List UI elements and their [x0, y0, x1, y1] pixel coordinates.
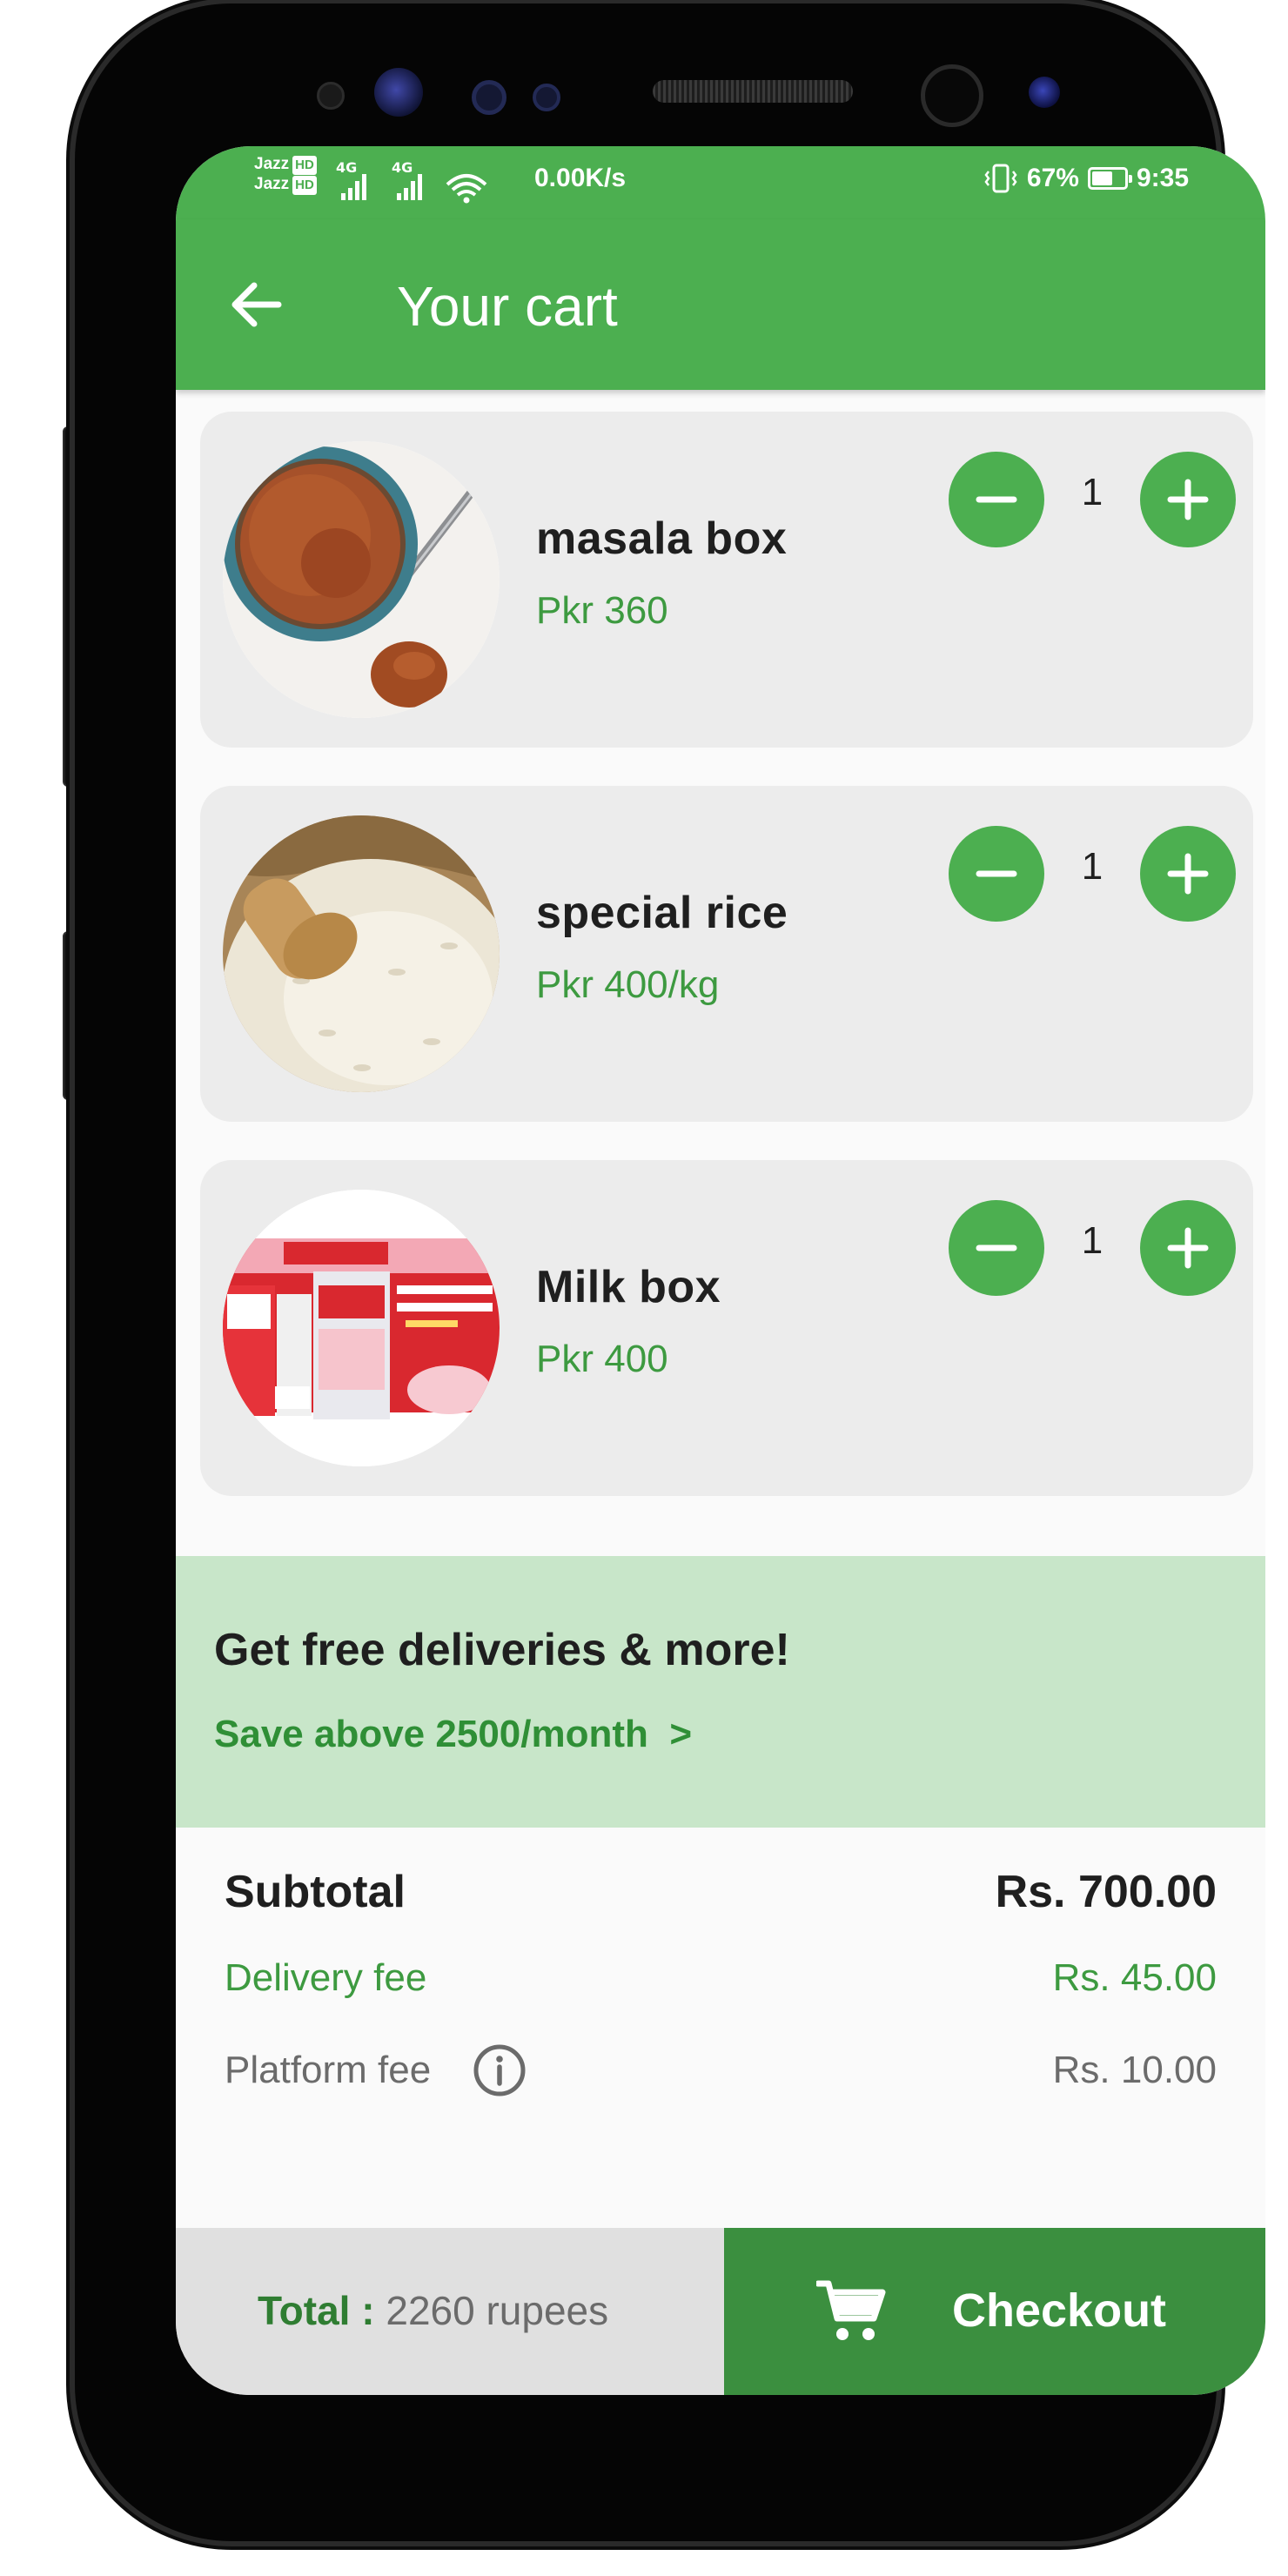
item-name: Milk box	[536, 1262, 721, 1312]
app-bar: Your cart	[176, 219, 1265, 390]
battery-icon	[1087, 167, 1132, 190]
checkout-button[interactable]: Checkout	[724, 2228, 1265, 2395]
order-summary: Subtotal Rs. 700.00 Delivery fee Rs. 45.…	[176, 1828, 1265, 2228]
masala-box-image	[223, 441, 500, 718]
decrease-quantity-button[interactable]	[949, 452, 1044, 547]
sensor-dot	[533, 84, 560, 111]
front-camera	[921, 64, 983, 127]
cart-item: masala box Pkr 360 1	[200, 412, 1253, 748]
phone-frame: Jazz HD Jazz HD 4G 4G 0.00K/s 67% 9:35 Y…	[75, 3, 1265, 2541]
item-name: special rice	[536, 888, 788, 938]
checkout-label: Checkout	[952, 2284, 1167, 2337]
plus-icon	[1167, 479, 1209, 520]
decrease-quantity-button[interactable]	[949, 826, 1044, 922]
minus-icon	[976, 870, 1017, 877]
platform-fee-value: Rs. 10.00	[1052, 2049, 1217, 2091]
shopping-cart-icon	[816, 2280, 886, 2340]
arrow-left-icon[interactable]	[228, 280, 284, 329]
carrier-info: Jazz HD Jazz HD	[254, 155, 317, 195]
carrier-name: Jazz	[254, 155, 290, 173]
special-rice-image	[223, 815, 500, 1092]
battery-percent: 67%	[1026, 164, 1079, 192]
platform-fee-row: Platform fee Rs. 10.00	[225, 2043, 1217, 2097]
item-name: masala box	[536, 513, 788, 564]
quantity-value: 1	[1081, 845, 1104, 888]
carrier-name: Jazz	[254, 175, 290, 193]
item-price: Pkr 360	[536, 589, 668, 632]
signal-wifi-icon: 4G 4G	[336, 159, 487, 204]
promo-title: Get free deliveries & more!	[214, 1625, 790, 1675]
subtotal-label: Subtotal	[225, 1867, 406, 1917]
decrease-quantity-button[interactable]	[949, 1200, 1044, 1296]
battery-level	[1091, 171, 1112, 185]
checkout-bar: Total : 2260 rupees Checkout	[176, 2228, 1265, 2395]
page-title: Your cart	[397, 275, 618, 338]
minus-icon	[976, 1244, 1017, 1251]
quantity-value: 1	[1081, 1219, 1104, 1262]
status-bar: Jazz HD Jazz HD 4G 4G 0.00K/s 67% 9:35	[176, 146, 1265, 219]
quantity-stepper: 1	[949, 826, 1236, 922]
subtotal-value: Rs. 700.00	[995, 1867, 1217, 1917]
cart-item: special rice Pkr 400/kg 1	[200, 786, 1253, 1122]
sensor-dot	[317, 82, 345, 110]
total-box: Total : 2260 rupees	[176, 2228, 724, 2395]
promo-banner[interactable]: Get free deliveries & more! Save above 2…	[176, 1556, 1265, 1828]
svg-text:4G: 4G	[336, 159, 357, 176]
subtotal-row: Subtotal Rs. 700.00	[225, 1866, 1217, 1918]
delivery-fee-label: Delivery fee	[225, 1956, 427, 1999]
total-label: Total :	[258, 2288, 375, 2333]
item-price: Pkr 400/kg	[536, 963, 720, 1006]
quantity-stepper: 1	[949, 1200, 1236, 1296]
platform-fee-label: Platform fee	[225, 2049, 432, 2091]
delivery-fee-value: Rs. 45.00	[1052, 1956, 1217, 1999]
vibrate-icon	[984, 164, 1017, 193]
status-right: 67% 9:35	[983, 164, 1189, 193]
increase-quantity-button[interactable]	[1140, 826, 1236, 922]
app-screen: Jazz HD Jazz HD 4G 4G 0.00K/s 67% 9:35 Y…	[176, 146, 1265, 2395]
quantity-stepper: 1	[949, 452, 1236, 547]
cart-list: masala box Pkr 360 1 special rice Pkr 40…	[200, 412, 1253, 1534]
info-icon[interactable]	[473, 2043, 527, 2097]
total-value: 2260 rupees	[386, 2288, 609, 2333]
milk-box-image	[223, 1190, 500, 1466]
front-camera-lens	[1029, 77, 1060, 108]
clock: 9:35	[1136, 164, 1189, 192]
plus-icon	[1167, 853, 1209, 895]
quantity-value: 1	[1081, 471, 1104, 513]
minus-icon	[976, 496, 1017, 503]
svg-text:4G: 4G	[392, 159, 413, 176]
hd-badge: HD	[292, 176, 317, 195]
increase-quantity-button[interactable]	[1140, 452, 1236, 547]
item-price: Pkr 400	[536, 1338, 668, 1380]
platform-fee-label-group: Platform fee	[225, 2043, 527, 2097]
front-camera-lens	[374, 68, 423, 117]
earpiece-speaker	[653, 80, 853, 103]
network-speed: 0.00K/s	[534, 164, 627, 192]
delivery-fee-row: Delivery fee Rs. 45.00	[225, 1956, 1217, 2000]
promo-link[interactable]: Save above 2500/month >	[214, 1713, 692, 1756]
plus-icon	[1167, 1227, 1209, 1269]
sensor-dot	[472, 80, 506, 115]
total-text: Total : 2260 rupees	[258, 2287, 608, 2334]
increase-quantity-button[interactable]	[1140, 1200, 1236, 1296]
hd-badge: HD	[292, 156, 317, 175]
cart-item: Milk box Pkr 400 1	[200, 1160, 1253, 1496]
